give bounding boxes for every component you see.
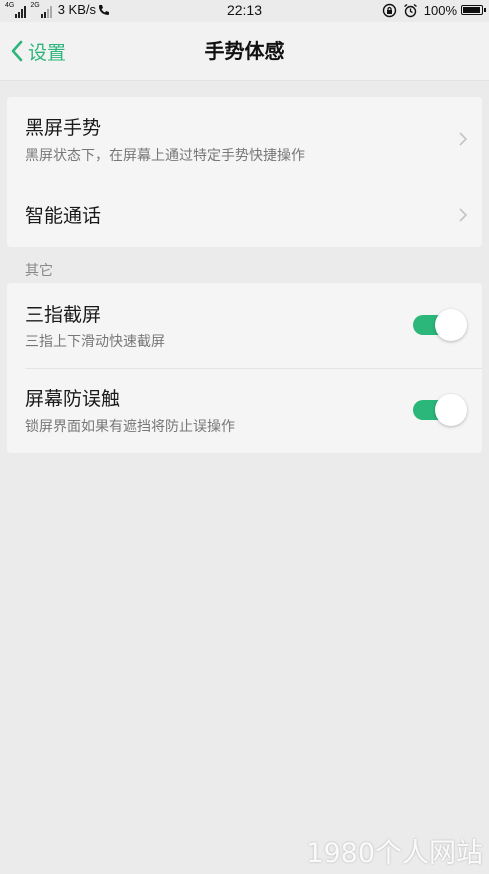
- gesture-settings-card: 黑屏手势 黑屏状态下，在屏幕上通过特定手势快捷操作 智能通话: [7, 97, 482, 247]
- toggle-knob: [435, 309, 467, 341]
- page-title: 手势体感: [204, 39, 285, 63]
- item-subtitle: 锁屏界面如果有遮挡将防止误操作: [25, 419, 235, 435]
- item-title: 黑屏手势: [25, 117, 102, 139]
- toggle-knob: [435, 394, 467, 426]
- three-finger-screenshot-toggle[interactable]: [413, 309, 467, 341]
- alarm-icon: [403, 3, 417, 17]
- list-item-three-finger-screenshot: 三指截屏 三指上下滑动快速截屏: [7, 283, 482, 368]
- list-item-anti-mistouch: 屏幕防误触 锁屏界面如果有遮挡将防止误操作: [7, 368, 482, 453]
- item-title: 智能通话: [25, 205, 102, 227]
- other-settings-card: 三指截屏 三指上下滑动快速截屏 屏幕防误触 锁屏界面如果有遮挡将防止误操作: [7, 283, 482, 453]
- status-right: 100%: [382, 2, 486, 18]
- battery-percent: 100%: [423, 2, 457, 18]
- section-header-other: 其它: [25, 263, 53, 279]
- item-subtitle: 三指上下滑动快速截屏: [25, 334, 165, 350]
- list-item-smart-call[interactable]: 智能通话: [7, 185, 482, 247]
- lock-rotation-icon: [382, 3, 396, 17]
- item-title: 三指截屏: [25, 304, 102, 326]
- chevron-right-icon: [459, 132, 468, 146]
- anti-mistouch-toggle[interactable]: [413, 394, 467, 426]
- site-watermark: 1980个人网站: [306, 838, 483, 869]
- item-subtitle: 黑屏状态下，在屏幕上通过特定手势快捷操作: [25, 148, 305, 164]
- list-item-black-screen-gesture[interactable]: 黑屏手势 黑屏状态下，在屏幕上通过特定手势快捷操作: [7, 97, 482, 185]
- chevron-right-icon: [459, 208, 468, 222]
- battery-level: [463, 7, 480, 13]
- item-title: 屏幕防误触: [25, 388, 121, 410]
- status-bar: 4G 2G 3 KB/s 22:13 100%: [0, 0, 489, 22]
- battery-icon: [461, 5, 486, 15]
- app-header: 设置 手势体感: [0, 22, 489, 81]
